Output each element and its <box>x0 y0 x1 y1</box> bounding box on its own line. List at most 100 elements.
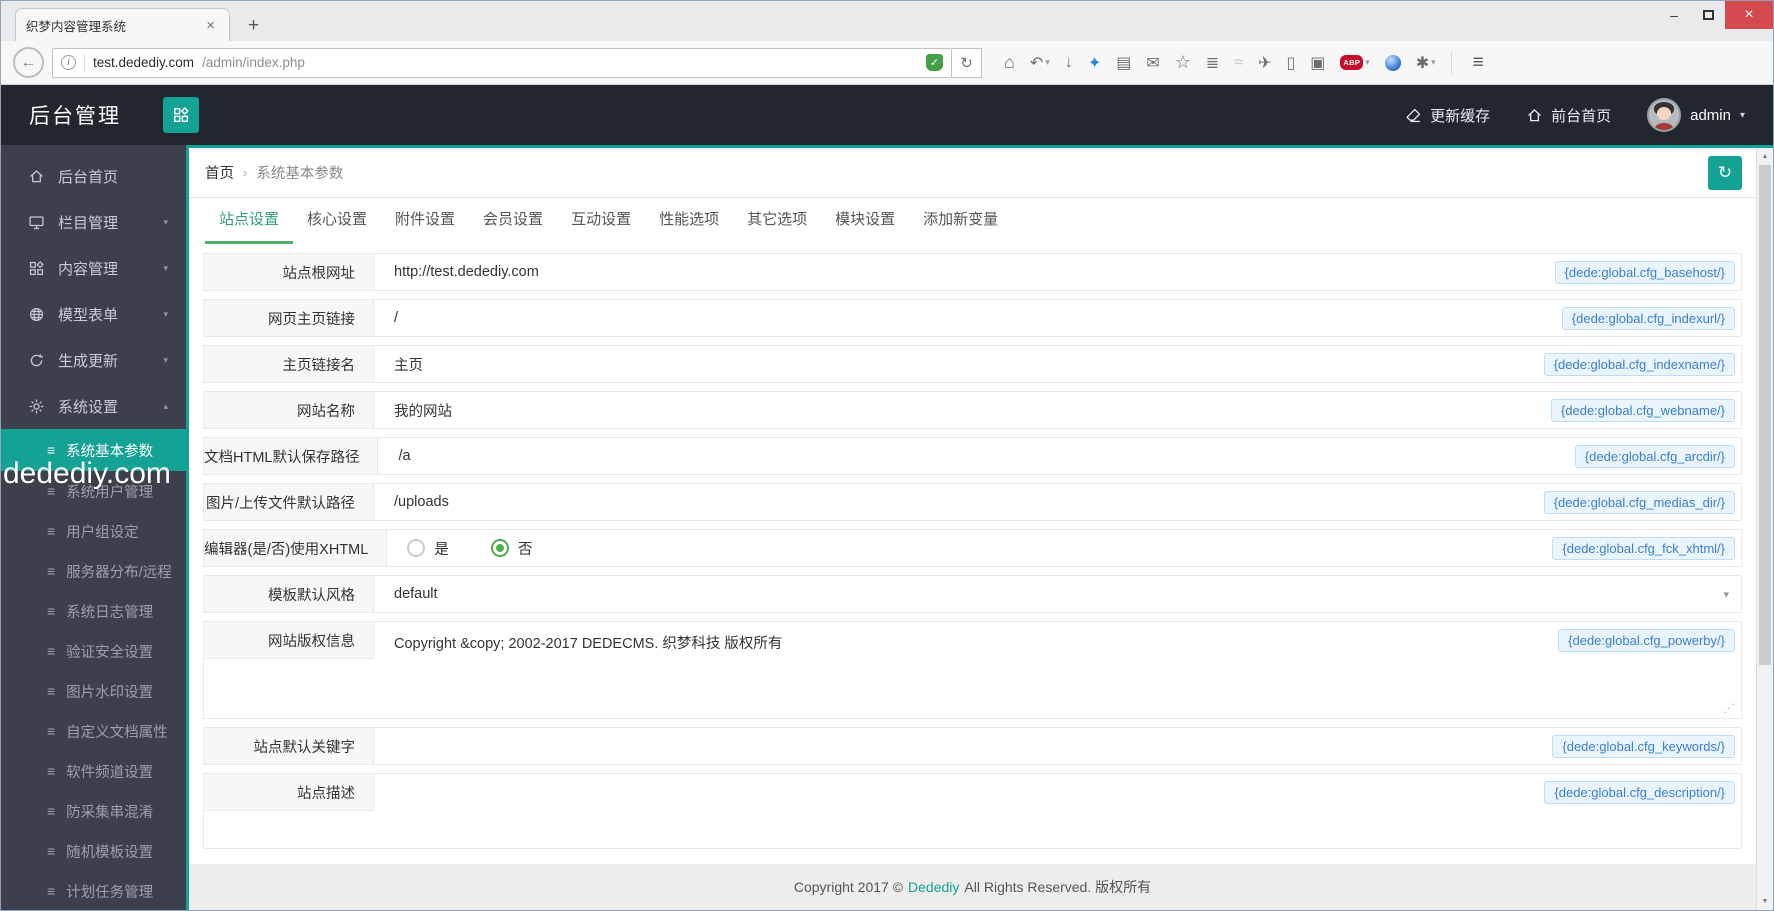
resize-handle-icon[interactable]: ⋰ <box>1723 701 1735 715</box>
arcdir-input[interactable]: /a <box>378 448 410 464</box>
form-row-xhtml: 编辑器(是/否)使用XHTML 是 否 {dede:global.cfg_fck… <box>203 529 1742 567</box>
field-label: 文档HTML默认保存路径 <box>204 438 379 474</box>
list-icon: ≡ <box>47 483 56 499</box>
scroll-down-icon[interactable]: ▼ <box>1757 898 1773 905</box>
sidebar-item-system[interactable]: 系统设置 ▴ <box>1 383 186 429</box>
menu-icon[interactable]: ≡ <box>1473 52 1484 74</box>
mediasdir-input[interactable]: /uploads <box>374 494 449 510</box>
scrollbar-thumb[interactable] <box>1759 165 1771 665</box>
tab-add-variable[interactable]: 添加新变量 <box>909 196 1012 244</box>
sidebar-toggle-icon[interactable]: ▯ <box>1286 53 1295 73</box>
adblock-icon[interactable]: ABP ▾ <box>1340 55 1370 70</box>
minimize-button[interactable]: – <box>1657 1 1691 29</box>
tab-module-settings[interactable]: 模块设置 <box>821 196 909 244</box>
tab-core-settings[interactable]: 核心设置 <box>293 196 381 244</box>
sidebar-subitem-users[interactable]: ≡ 系统用户管理 <box>1 471 186 511</box>
template-tag: {dede:global.cfg_fck_xhtml/} <box>1552 536 1735 560</box>
sidebar-subitem-logs[interactable]: ≡ 系统日志管理 <box>1 591 186 631</box>
list-icon: ≡ <box>47 843 56 859</box>
list-icon: ≡ <box>47 683 56 699</box>
indexname-input[interactable]: 主页 <box>374 354 423 375</box>
window-controls: – × <box>1657 1 1773 29</box>
template-style-select[interactable]: default <box>374 586 438 602</box>
template-tag: {dede:global.cfg_description/} <box>1544 781 1735 804</box>
sidebar-subitem-custom-fields[interactable]: ≡ 自定义文档属性 <box>1 711 186 751</box>
sidebar-subitem-security[interactable]: ≡ 验证安全设置 <box>1 631 186 671</box>
radio-option-no[interactable]: 否 <box>490 538 532 559</box>
tab-interaction-settings[interactable]: 互动设置 <box>557 196 645 244</box>
list-icon: ≡ <box>47 643 56 659</box>
folder-icon[interactable]: ▣ <box>1310 53 1325 73</box>
sidebar-item-models[interactable]: 模型表单 ▾ <box>1 291 186 337</box>
clipboard-icon[interactable]: ≣ <box>1206 53 1219 73</box>
tab-member-settings[interactable]: 会员设置 <box>469 196 557 244</box>
xhtml-radio-group: 是 否 <box>387 538 532 559</box>
indexurl-input[interactable]: / <box>374 310 398 326</box>
sidebar-item-dashboard[interactable]: 后台首页 <box>1 153 186 199</box>
field-label: 站点默认关键字 <box>204 728 374 764</box>
undo-icon[interactable]: ↶ ▾ <box>1030 53 1050 73</box>
radio-unchecked-icon[interactable] <box>407 539 426 557</box>
powerby-textarea[interactable]: Copyright &copy; 2002-2017 DEDECMS. 织梦科技… <box>374 622 1741 718</box>
sidebar-subitem-basic-params[interactable]: ≡ 系统基本参数 <box>1 429 186 471</box>
home-icon[interactable]: ⌂ <box>1004 52 1015 73</box>
refresh-button[interactable]: ↻ <box>1708 156 1742 190</box>
sidebar-item-content[interactable]: 内容管理 ▾ <box>1 245 186 291</box>
download-icon[interactable]: ↓ <box>1065 54 1073 72</box>
send-icon[interactable]: ✈ <box>1258 53 1271 73</box>
back-icon[interactable]: ← <box>13 47 44 78</box>
scroll-up-icon[interactable]: ▲ <box>1757 153 1773 160</box>
sidebar-subitem-usergroup[interactable]: ≡ 用户组设定 <box>1 511 186 551</box>
webname-input[interactable]: 我的网站 <box>374 400 452 421</box>
field-label: 主页链接名 <box>204 346 374 382</box>
thunderbird-icon[interactable]: ✦ <box>1088 53 1101 73</box>
rss-icon[interactable]: ≈ <box>1234 54 1243 72</box>
description-textarea[interactable]: {dede:global.cfg_description/} <box>374 774 1741 848</box>
extension-icon[interactable]: ✱ ▾ <box>1416 53 1436 73</box>
field-label: 网页主页链接 <box>204 300 374 336</box>
tab-attachment-settings[interactable]: 附件设置 <box>381 196 469 244</box>
url-divider <box>84 53 85 72</box>
field-label: 站点根网址 <box>204 254 374 290</box>
sidebar-item-columns[interactable]: 栏目管理 ▾ <box>1 199 186 245</box>
sidebar-subitem-anticollect[interactable]: ≡ 防采集串混淆 <box>1 791 186 831</box>
radio-checked-icon[interactable] <box>490 539 509 557</box>
breadcrumb-home[interactable]: 首页 <box>205 162 234 183</box>
front-home-link[interactable]: 前台首页 <box>1526 105 1611 126</box>
security-shield-icon[interactable]: ✓ <box>926 54 943 71</box>
reader-icon[interactable]: ▤ <box>1116 53 1131 73</box>
sidebar-subitem-server[interactable]: ≡ 服务器分布/远程 <box>1 551 186 591</box>
chevron-down-icon: ▾ <box>163 216 168 227</box>
undo-caret-icon[interactable]: ▾ <box>1045 57 1050 68</box>
tab-close-icon[interactable]: × <box>202 17 219 34</box>
vertical-scrollbar[interactable]: ▲ ▼ <box>1756 148 1773 910</box>
dashboard-grid-button[interactable] <box>163 97 199 133</box>
tab-other-options[interactable]: 其它选项 <box>733 196 821 244</box>
new-tab-button[interactable]: + <box>240 15 267 37</box>
header-right: 更新缓存 前台首页 admin ▾ <box>1405 98 1745 132</box>
sidebar-subitem-watermark[interactable]: ≡ 图片水印设置 <box>1 671 186 711</box>
basehost-input[interactable]: http://test.dedediy.com <box>374 264 539 280</box>
browser-tab[interactable]: 织梦内容管理系统 × <box>15 8 230 41</box>
sidebar-item-generate[interactable]: 生成更新 ▾ <box>1 337 186 383</box>
select-caret-icon[interactable]: ▾ <box>1723 588 1729 601</box>
mail-icon[interactable]: ✉ <box>1146 53 1159 73</box>
bookmark-star-icon[interactable]: ☆ <box>1175 52 1191 73</box>
tab-site-settings[interactable]: 站点设置 <box>205 196 294 244</box>
site-info-icon[interactable]: i <box>61 55 76 70</box>
tab-performance-options[interactable]: 性能选项 <box>645 196 733 244</box>
globe-icon <box>27 305 45 323</box>
close-button[interactable]: × <box>1725 1 1773 29</box>
sidebar-subitem-random-template[interactable]: ≡ 随机模板设置 <box>1 831 186 871</box>
url-bar[interactable]: i test.dedediy.com/admin/index.php ✓ <box>52 47 952 78</box>
update-cache-link[interactable]: 更新缓存 <box>1405 105 1490 126</box>
reload-icon[interactable]: ↻ <box>952 47 982 78</box>
sidebar-subitem-cron[interactable]: ≡ 计划任务管理 <box>1 871 186 910</box>
radio-option-yes[interactable]: 是 <box>407 538 449 559</box>
user-menu[interactable]: admin ▾ <box>1647 98 1745 132</box>
footer-brand[interactable]: Dedediy <box>908 879 959 895</box>
sidebar-subitem-software-channel[interactable]: ≡ 软件频道设置 <box>1 751 186 791</box>
mic-orb-icon[interactable] <box>1384 54 1401 71</box>
form-row-webname: 网站名称 我的网站 {dede:global.cfg_webname/} <box>203 391 1742 429</box>
maximize-button[interactable] <box>1691 1 1725 29</box>
